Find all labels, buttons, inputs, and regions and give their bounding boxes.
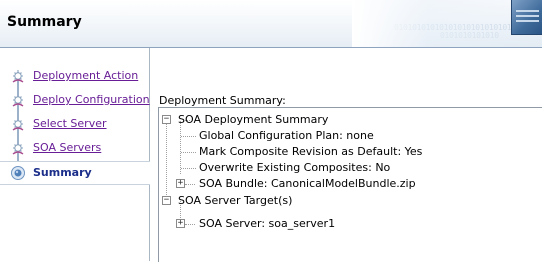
expand-icon[interactable]: + [176,179,185,188]
expand-icon[interactable]: + [176,219,185,228]
tree-leaf[interactable]: Overwrite Existing Composites: No [159,160,539,176]
visited-step-icon [10,116,26,132]
tree-leaf-label: Global Configuration Plan: none [199,129,374,142]
summary-tree[interactable]: − SOA Deployment Summary Global Configur… [158,107,542,262]
corner-decoration [511,0,542,35]
visited-step-icon [10,68,26,84]
visited-step-icon [10,92,26,108]
page-title: Summary [7,14,82,30]
tree-leaf-label: Mark Composite Revision as Default: Yes [199,145,423,158]
section-label: Deployment Summary: [159,94,286,107]
tree-leaf[interactable]: Global Configuration Plan: none [159,128,539,144]
step-label: Summary [33,166,92,179]
tree-node-label: SOA Server: soa_server1 [199,217,336,230]
step-label[interactable]: Select Server [33,117,107,130]
tree-node-soa-server-targets[interactable]: − SOA Server Target(s) [159,193,539,209]
wizard-steps-nav: Deployment Action Deploy Configuration S… [0,48,150,261]
tree-node-label: SOA Server Target(s) [178,194,293,207]
page-header: Summary 0101010101010101010101010101 010… [0,0,542,48]
tree-node-label: SOA Deployment Summary [178,113,329,126]
current-step-icon [10,165,26,181]
step-summary[interactable]: Summary [0,161,150,185]
tree-node-soa-server[interactable]: + SOA Server: soa_server1 [159,216,539,232]
collapse-icon[interactable]: − [162,196,171,205]
tree-node-soa-deployment-summary[interactable]: − SOA Deployment Summary [159,112,539,128]
step-select-server[interactable]: Select Server [0,113,149,135]
step-label[interactable]: Deployment Action [33,69,138,82]
step-label[interactable]: Deploy Configuration [33,93,150,106]
main-panel: Deployment Summary: − SOA Deployment Sum… [150,48,542,262]
tree-node-label: SOA Bundle: CanonicalModelBundle.zip [199,177,416,190]
tree-leaf-label: Overwrite Existing Composites: No [199,161,391,174]
tree-node-soa-bundle[interactable]: + SOA Bundle: CanonicalModelBundle.zip [159,176,539,192]
step-deployment-action[interactable]: Deployment Action [0,65,149,87]
tree-leaf[interactable]: Mark Composite Revision as Default: Yes [159,144,539,160]
visited-step-icon [10,140,26,156]
collapse-icon[interactable]: − [162,115,171,124]
step-soa-servers[interactable]: SOA Servers [0,137,149,159]
step-label[interactable]: SOA Servers [33,141,101,154]
step-deploy-configuration[interactable]: Deploy Configuration [0,89,150,111]
